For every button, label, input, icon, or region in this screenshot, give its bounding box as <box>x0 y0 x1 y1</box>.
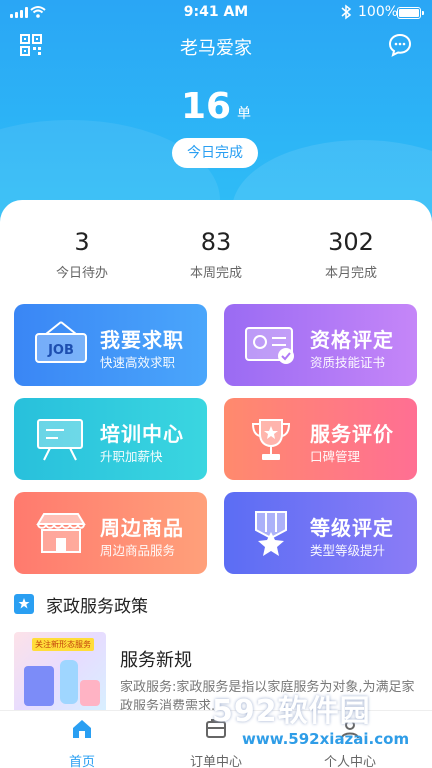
trophy-icon <box>251 419 291 460</box>
stat-today-pending[interactable]: 3 今日待办 <box>12 228 152 281</box>
news-title: 服务新规 <box>120 650 192 671</box>
thumbnail-shape <box>24 666 54 706</box>
bluetooth-icon <box>341 4 352 20</box>
card-title: 服务评价 <box>310 422 394 446</box>
card-job-search[interactable]: JOB 我要求职 快速高效求职 <box>14 304 207 386</box>
card-subtitle: 类型等级提升 <box>310 543 386 558</box>
stat-label: 本周完成 <box>189 266 242 281</box>
thumbnail-tag: 关注新形态服务 <box>32 638 94 651</box>
policy-icon <box>14 594 34 614</box>
today-count-unit: 单 <box>237 106 252 122</box>
stat-value: 3 <box>74 228 90 256</box>
page-title: 老马爱家 <box>180 38 252 59</box>
card-subtitle: 口碑管理 <box>310 449 361 464</box>
watermark-url: www.592xiazai.com <box>242 730 410 748</box>
shop-icon <box>36 513 86 553</box>
watermark-brand: 592软件园 <box>212 694 371 729</box>
certificate-icon <box>245 327 294 364</box>
message-icon[interactable] <box>388 33 412 57</box>
card-subtitle: 周边商品服务 <box>100 543 176 558</box>
svg-text:JOB: JOB <box>47 343 74 358</box>
card-subtitle: 升职加薪快 <box>100 449 163 464</box>
today-order-count: 16 单 <box>0 86 432 127</box>
card-title: 培训中心 <box>100 422 184 446</box>
section-title: 家政服务政策 <box>46 596 148 617</box>
card-nearby-goods[interactable]: 周边商品 周边商品服务 <box>14 492 207 574</box>
card-service-review[interactable]: 服务评价 口碑管理 <box>224 398 417 480</box>
stat-label: 今日待办 <box>55 266 108 281</box>
card-title: 周边商品 <box>100 516 184 540</box>
today-count-value: 16 <box>180 86 232 127</box>
training-board-icon <box>37 419 83 461</box>
top-nav: 老马爱家 <box>0 28 432 64</box>
thumbnail-shape <box>80 680 100 706</box>
stat-value: 83 <box>200 228 232 256</box>
tab-home[interactable]: 首页 <box>10 717 154 768</box>
status-bar: 9:41 AM 100% <box>0 0 432 26</box>
stat-week-done[interactable]: 83 本周完成 <box>146 228 286 281</box>
today-complete-button[interactable]: 今日完成 <box>172 138 258 168</box>
card-title: 等级评定 <box>310 516 394 540</box>
card-training-center[interactable]: 培训中心 升职加薪快 <box>14 398 207 480</box>
stat-value: 302 <box>328 228 374 256</box>
home-icon <box>73 720 91 738</box>
battery-percent: 100% <box>358 4 399 20</box>
stats-row: 3 今日待办 83 本周完成 302 本月完成 <box>0 228 432 288</box>
section-header: 家政服务政策 <box>14 592 148 617</box>
stat-month-done[interactable]: 302 本月完成 <box>281 228 421 281</box>
news-thumbnail: 关注新形态服务 <box>14 632 106 714</box>
card-qualification[interactable]: 资格评定 资质技能证书 <box>224 304 417 386</box>
battery-icon <box>397 7 424 19</box>
card-subtitle: 快速高效求职 <box>100 355 176 370</box>
thumbnail-shape <box>60 660 78 704</box>
level-badge-icon <box>255 511 287 556</box>
site-watermark: 592软件园 www.592xiazai.com <box>212 686 428 766</box>
stat-label: 本月完成 <box>324 266 377 281</box>
card-title: 资格评定 <box>310 328 394 352</box>
card-level-rating[interactable]: 等级评定 类型等级提升 <box>224 492 417 574</box>
card-subtitle: 资质技能证书 <box>310 355 386 370</box>
tab-label: 首页 <box>68 755 95 768</box>
job-sign-icon: JOB <box>35 321 87 363</box>
card-title: 我要求职 <box>100 328 184 352</box>
